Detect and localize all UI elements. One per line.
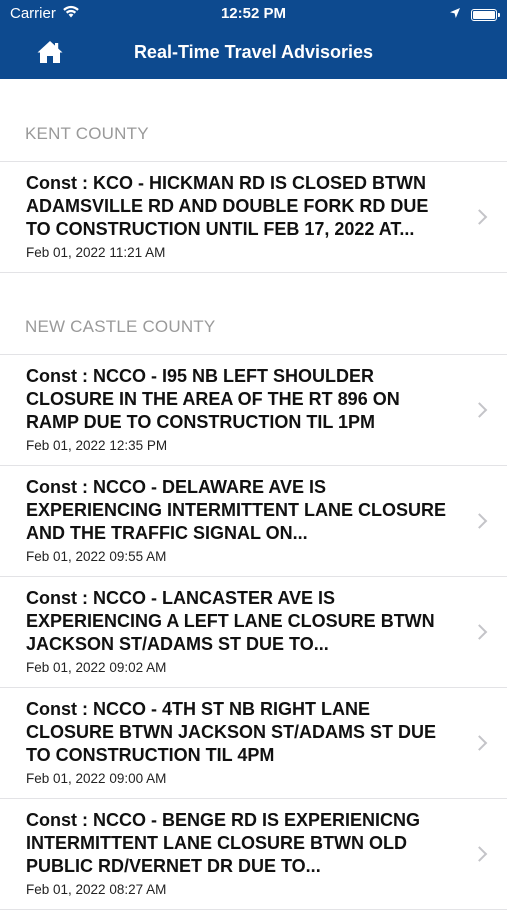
location-arrow-icon (449, 6, 461, 23)
advisory-title: Const : KCO - HICKMAN RD IS CLOSED BTWN … (26, 173, 429, 239)
advisory-date: Feb 01, 2022 08:27 AM (26, 882, 167, 897)
advisory-date: Feb 01, 2022 09:00 AM (26, 771, 167, 786)
status-right (449, 6, 500, 23)
chevron-right-icon (471, 402, 488, 418)
advisory-title: Const : NCCO - 4TH ST NB RIGHT LANE CLOS… (26, 699, 437, 765)
advisory-title: Const : NCCO - BENGE RD IS EXPERIENICNG … (26, 810, 421, 876)
advisory-row[interactable]: Const : NCCO - LANCASTER AVE IS EXPERIEN… (0, 577, 507, 688)
advisory-row[interactable]: Const : NCCO - 4TH ST NB RIGHT LANE CLOS… (0, 688, 507, 799)
advisory-title: Const : NCCO - I95 NB LEFT SHOULDER CLOS… (26, 366, 400, 432)
advisory-row[interactable]: Const : NCCO - DELAWARE AVE IS EXPERIENC… (0, 466, 507, 577)
status-bar: Carrier 12:52 PM (0, 0, 507, 28)
advisory-date: Feb 01, 2022 09:55 AM (26, 549, 167, 564)
chevron-right-icon (471, 735, 488, 751)
advisory-row[interactable]: Const : KCO - HICKMAN RD IS CLOSED BTWN … (0, 162, 507, 273)
kent-county-list: Const : KCO - HICKMAN RD IS CLOSED BTWN … (0, 161, 507, 273)
advisory-row[interactable]: Const : NCCO - BENGE RD IS EXPERIENICNG … (0, 799, 507, 910)
chevron-right-icon (471, 209, 488, 225)
advisory-title: Const : NCCO - DELAWARE AVE IS EXPERIENC… (26, 477, 447, 543)
chevron-right-icon (471, 513, 488, 529)
advisory-row[interactable]: Const : NCCO - I95 NB LEFT SHOULDER CLOS… (0, 355, 507, 466)
chevron-right-icon (471, 624, 488, 640)
advisory-date: Feb 01, 2022 11:21 AM (26, 245, 166, 260)
top-bar: Carrier 12:52 PM Real-Time Travel Adviso… (0, 0, 507, 79)
new-castle-county-list: Const : NCCO - I95 NB LEFT SHOULDER CLOS… (0, 354, 507, 910)
advisory-date: Feb 01, 2022 09:02 AM (26, 660, 167, 675)
battery-icon (471, 8, 500, 21)
page-title: Real-Time Travel Advisories (133, 42, 374, 62)
status-time: 12:52 PM (220, 5, 287, 22)
advisory-date: Feb 01, 2022 12:35 PM (26, 438, 168, 453)
section-header-new-castle-county: NEW CASTLE COUNTY (25, 317, 216, 336)
navigation-bar: Real-Time Travel Advisories (0, 28, 507, 79)
section-header-kent-county: KENT COUNTY (25, 124, 149, 143)
chevron-right-icon (471, 846, 488, 862)
advisory-title: Const : NCCO - LANCASTER AVE IS EXPERIEN… (26, 588, 435, 654)
advisory-list-content: KENT COUNTY Const : KCO - HICKMAN RD IS … (0, 79, 507, 910)
